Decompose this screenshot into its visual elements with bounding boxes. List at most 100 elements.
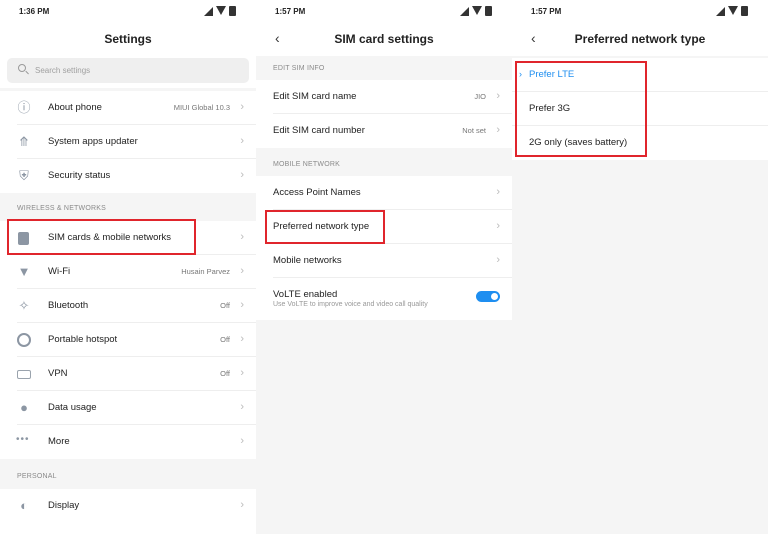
item-value: Off — [220, 369, 230, 378]
volte-toggle[interactable] — [476, 291, 500, 302]
chevron-right-icon: › — [240, 265, 244, 277]
chevron-right-icon: › — [240, 231, 244, 243]
page-title: Settings — [104, 32, 152, 46]
settings-item-vpn[interactable]: VPN Off › — [0, 357, 256, 391]
item-value: Husain Parvez — [181, 267, 230, 276]
preferred-network-type-screen: 1:57 PM ‹ Preferred network type › Prefe… — [512, 0, 768, 534]
status-time: 1:57 PM — [531, 7, 562, 16]
status-bar: 1:57 PM — [256, 0, 512, 24]
option-label: Prefer LTE — [529, 69, 575, 80]
info-icon: ⓘ — [17, 100, 31, 115]
item-label: SIM cards & mobile networks — [48, 232, 172, 243]
option-prefer-3g[interactable]: Prefer 3G — [512, 92, 768, 126]
item-label: Preferred network type — [273, 221, 370, 232]
chevron-right-icon: › — [496, 186, 500, 198]
item-value: Off — [220, 335, 230, 344]
chevron-right-icon: › — [496, 220, 500, 232]
item-label: More — [48, 436, 70, 447]
option-prefer-lte[interactable]: › Prefer LTE — [512, 58, 768, 92]
settings-item-sim-cards[interactable]: SIM cards & mobile networks › — [0, 221, 256, 255]
item-label: Edit SIM card name — [273, 91, 357, 102]
chevron-right-icon: › — [240, 333, 244, 345]
item-label: VPN — [48, 368, 68, 379]
item-label: About phone — [48, 102, 102, 113]
option-label: 2G only (saves battery) — [529, 137, 628, 148]
battery-icon — [485, 6, 492, 16]
item-value: MIUI Global 10.3 — [173, 103, 230, 112]
vpn-icon — [17, 370, 31, 379]
item-value: JIO — [474, 92, 486, 101]
status-time: 1:57 PM — [275, 7, 306, 16]
section-header-edit-sim: EDIT SIM INFO — [273, 65, 325, 72]
wifi-status-icon — [472, 6, 482, 15]
settings-screen: 1:36 PM Settings ⓘ About phone MIUI Glob… — [0, 0, 256, 534]
wifi-status-icon — [728, 6, 738, 15]
option-2g-only[interactable]: 2G only (saves battery) — [512, 126, 768, 160]
settings-item-system-apps-updater[interactable]: ⤊ System apps updater › — [0, 125, 256, 159]
chevron-right-icon: › — [240, 401, 244, 413]
signal-icon — [460, 7, 469, 16]
item-subtitle: Use VoLTE to improve voice and video cal… — [273, 301, 428, 308]
settings-item-wifi[interactable]: ▼ Wi-Fi Husain Parvez › — [0, 255, 256, 289]
settings-item-more[interactable]: More › — [0, 425, 256, 459]
item-label: Data usage — [48, 402, 97, 413]
section-header-personal: PERSONAL — [17, 473, 57, 480]
water-drop-icon: ● — [20, 400, 28, 415]
item-value: Not set — [462, 126, 486, 135]
item-label: Mobile networks — [273, 255, 342, 266]
sim-item-preferred-network-type[interactable]: Preferred network type › — [256, 210, 512, 244]
item-label: Bluetooth — [48, 300, 89, 311]
item-label: Access Point Names — [273, 187, 361, 198]
chevron-right-icon: › — [496, 90, 500, 102]
item-label: Edit SIM card number — [273, 125, 365, 136]
item-label: Wi-Fi — [48, 266, 71, 277]
signal-icon — [716, 7, 725, 16]
section-header-mobile-network: MOBILE NETWORK — [273, 161, 340, 168]
sim-card-icon — [18, 232, 29, 245]
status-icons — [204, 6, 238, 17]
settings-item-portable-hotspot[interactable]: Portable hotspot Off › — [0, 323, 256, 357]
item-label: Portable hotspot — [48, 334, 118, 345]
chevron-right-icon: › — [240, 135, 244, 147]
sim-item-access-point-names[interactable]: Access Point Names › — [256, 176, 512, 210]
search-input[interactable] — [35, 62, 235, 79]
bluetooth-icon: ✧ — [18, 298, 30, 313]
more-dots-icon — [16, 434, 31, 445]
settings-item-data-usage[interactable]: ● Data usage › — [0, 391, 256, 425]
settings-item-security-status[interactable]: ⛨ Security status › — [0, 159, 256, 193]
hotspot-icon — [17, 333, 31, 347]
settings-item-bluetooth[interactable]: ✧ Bluetooth Off › — [0, 289, 256, 323]
display-icon: ◐ — [20, 498, 28, 513]
status-icons — [716, 6, 750, 17]
shield-icon: ⛨ — [19, 168, 29, 183]
sim-item-mobile-networks[interactable]: Mobile networks › — [256, 244, 512, 278]
chevron-right-icon: › — [240, 299, 244, 311]
page-title: SIM card settings — [334, 32, 434, 46]
item-label: VoLTE enabled — [273, 289, 338, 300]
option-label: Prefer 3G — [529, 103, 571, 114]
page-title: Preferred network type — [574, 32, 706, 46]
chevron-right-icon: › — [496, 124, 500, 136]
chevron-right-icon: › — [240, 435, 244, 447]
sim-card-settings-screen: 1:57 PM ‹ SIM card settings EDIT SIM INF… — [256, 0, 512, 534]
settings-item-about-phone[interactable]: ⓘ About phone MIUI Global 10.3 › — [0, 91, 256, 125]
search-icon — [18, 64, 26, 72]
settings-item-display[interactable]: ◐ Display › — [0, 489, 256, 523]
battery-icon — [229, 6, 236, 16]
status-bar: 1:57 PM — [512, 0, 768, 24]
battery-icon — [741, 6, 748, 16]
search-bar[interactable] — [7, 58, 249, 83]
status-icons — [460, 6, 494, 17]
item-label: Security status — [48, 170, 111, 181]
status-bar: 1:36 PM — [0, 0, 256, 24]
wifi-icon: ▼ — [17, 264, 31, 279]
section-header-wireless: WIRELESS & NETWORKS — [17, 205, 106, 212]
item-value: Off — [220, 301, 230, 310]
chevron-right-icon: › — [240, 367, 244, 379]
wifi-status-icon — [216, 6, 226, 15]
chevron-right-icon: › — [240, 169, 244, 181]
signal-icon — [204, 7, 213, 16]
sim-item-volte[interactable]: VoLTE enabled Use VoLTE to improve voice… — [256, 278, 512, 320]
sim-item-edit-number[interactable]: Edit SIM card number Not set › — [256, 114, 512, 148]
sim-item-edit-name[interactable]: Edit SIM card name JIO › — [256, 80, 512, 114]
